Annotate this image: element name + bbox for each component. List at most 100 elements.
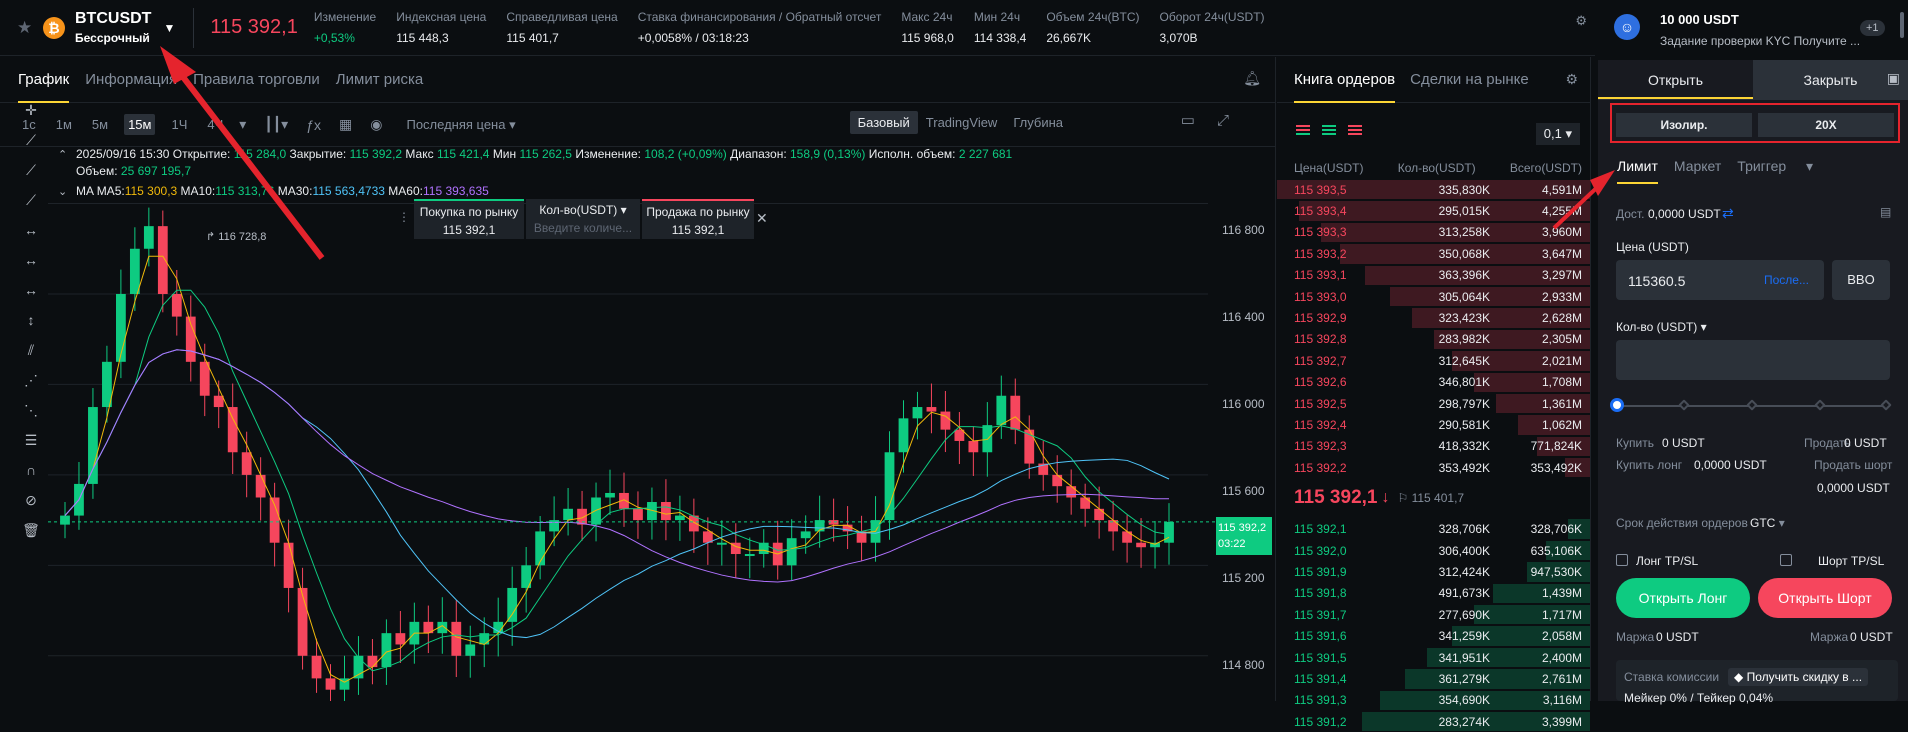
price-line-icon[interactable]: ↔ [24,275,38,305]
ask-row[interactable]: 115 392,2 353,492K 353,492K [1277,457,1590,478]
interval-1m[interactable]: 1м [52,114,76,135]
favorite-star-icon[interactable]: ★ [17,17,39,39]
qty-input[interactable] [1616,340,1890,380]
quick-qty-label[interactable]: Кол-во(USDT) ▾ [532,203,634,217]
tab-risk-limit[interactable]: Лимит риска [336,57,423,103]
bid-row[interactable]: 115 391,9 312,424K 947,530K [1277,561,1590,582]
ask-row[interactable]: 115 393,1 363,396K 3,297M [1277,265,1590,286]
bbo-button[interactable]: BBO [1832,260,1890,300]
short-tpsl-checkbox[interactable] [1780,554,1792,566]
view-both-icon[interactable] [1296,125,1310,137]
view-basic[interactable]: Базовый [849,111,918,134]
bid-row[interactable]: 115 391,7 277,690K 1,717M [1277,604,1590,625]
long-tpsl-checkbox[interactable] [1616,554,1628,566]
slider-knob[interactable] [1610,398,1624,412]
ask-row[interactable]: 115 393,0 305,064K 2,933M [1277,286,1590,307]
qty-label[interactable]: Кол-во (USDT) ▾ [1616,320,1707,334]
ask-row[interactable]: 115 393,2 350,068K 3,647M [1277,243,1590,264]
leverage-button[interactable]: 20X [1758,113,1894,137]
view-bids-icon[interactable] [1322,125,1336,137]
symbol-name[interactable]: BTCUSDT [75,10,151,28]
kyc-task-link[interactable]: Задание проверки KYC Получите ... [1660,34,1860,48]
interval-15m[interactable]: 15м [124,114,156,135]
camera-icon[interactable]: ◉ [370,116,382,133]
quick-qty-input[interactable]: Кол-во(USDT) ▾ Введите количе... [526,199,640,239]
bid-row[interactable]: 115 392,0 306,400K 635,106K [1277,540,1590,561]
slider-tick[interactable] [1880,399,1892,411]
interval-1h[interactable]: 1Ч [167,114,191,135]
ask-row[interactable]: 115 392,7 312,645K 2,021M [1277,350,1590,371]
fib-icon[interactable]: ⋱ [24,395,38,425]
slider-tick[interactable] [1746,399,1758,411]
view-tradingview[interactable]: TradingView [918,111,1006,134]
ask-row[interactable]: 115 393,4 295,015K 4,255M [1277,200,1590,221]
bell-icon[interactable]: 🔔︎ [1243,70,1261,87]
settings-sliders-icon[interactable]: ⚙ [1575,14,1587,28]
trash-icon[interactable]: 🗑︎ [22,515,40,545]
bid-row[interactable]: 115 391,8 491,673K 1,439M [1277,583,1590,604]
extended-line-icon[interactable]: ⟋ [26,185,36,215]
layout-grid-icon[interactable]: ▦ [339,116,352,133]
market-buy-button[interactable]: Покупка по рынку 115 392,1 [414,199,524,239]
window-icon[interactable]: ▭ [1181,112,1217,129]
ray-icon[interactable]: ⟋ [26,155,36,185]
hide-eye-icon[interactable]: ⊘ [25,485,37,515]
price-type-select[interactable]: Последняя цена ▾ [406,117,515,133]
bid-row[interactable]: 115 391,2 283,274K 3,399M [1277,711,1590,732]
indicators-fx-icon[interactable]: ƒx [306,117,321,133]
interval-4h[interactable]: 4Ч [203,114,227,135]
candle-type-icon[interactable]: ┃┃▾ [264,116,288,133]
interval-more-icon[interactable]: ▾ [239,116,246,133]
account-bar[interactable]: ☺ 10 000 USDT Задание проверки KYC Получ… [1598,0,1908,60]
notification-badge[interactable]: +1 [1860,20,1885,36]
bid-row[interactable]: 115 391,6 341,259K 2,058M [1277,625,1590,646]
tab-market-trades[interactable]: Сделки на рынке [1410,57,1529,103]
bid-row[interactable]: 115 391,3 354,690K 3,116M [1277,690,1590,711]
collapse-chevron-icon[interactable]: ⌃ [58,148,67,161]
tab-limit[interactable]: Лимит [1617,158,1658,184]
ask-row[interactable]: 115 393,5 335,830K 4,591M [1277,179,1590,200]
bid-row[interactable]: 115 391,5 341,951K 2,400M [1277,647,1590,668]
ask-row[interactable]: 115 392,5 298,797K 1,361M [1277,393,1590,414]
bid-row[interactable]: 115 392,1 328,706K 328,706K [1277,518,1590,539]
tab-trading-rules[interactable]: Правила торговли [193,57,320,103]
fullscreen-icon[interactable]: ⤢ [1217,112,1251,129]
pitchfork-icon[interactable]: ⋰ [24,365,38,395]
calculator-icon[interactable]: ▣ [1887,70,1900,87]
stat-funding[interactable]: Ставка финансирования / Обратный отсчет +… [638,10,882,45]
open-short-button[interactable]: Открыть Шорт [1758,578,1892,618]
parallel-channel-icon[interactable]: ⫽ [28,335,34,365]
qty-slider[interactable] [1610,398,1892,412]
short-tpsl-label[interactable]: Шорт TP/SL [1818,554,1884,568]
tab-info[interactable]: Информация [85,57,177,103]
market-sell-button[interactable]: Продажа по рынку 115 392,1 [642,199,754,239]
transfer-icon[interactable]: ⇄ [1722,205,1734,222]
scrollbar[interactable] [1900,12,1904,38]
tab-close[interactable]: Закрыть [1753,60,1908,99]
horizontal-line-icon[interactable]: ↔ [24,215,38,245]
trendline-icon[interactable]: ⟋ [26,125,36,155]
horizontal-ray-icon[interactable]: ↔ [24,245,38,275]
tab-orderbook[interactable]: Книга ордеров [1294,57,1396,103]
close-icon[interactable]: ✕ [756,210,768,227]
view-asks-icon[interactable] [1348,125,1362,137]
tab-market[interactable]: Маркет [1674,158,1721,184]
ask-row[interactable]: 115 392,8 283,982K 2,305M [1277,329,1590,350]
open-long-button[interactable]: Открыть Лонг [1616,578,1750,618]
avatar[interactable]: ☺ [1614,14,1640,40]
ask-row[interactable]: 115 392,6 346,801K 1,708M [1277,372,1590,393]
bid-row[interactable]: 115 391,4 361,279K 2,761M [1277,668,1590,689]
ask-row[interactable]: 115 392,3 418,332K 771,824K [1277,436,1590,457]
discount-promo-button[interactable]: ◆ Получить скидку в ... [1728,668,1869,686]
view-depth[interactable]: Глубина [1005,111,1071,134]
orderbook-settings-icon[interactable]: ⚙ [1565,71,1578,88]
tif-select[interactable]: GTC ▾ [1750,516,1785,530]
slider-tick[interactable] [1814,399,1826,411]
tab-trigger[interactable]: Триггер ▾ [1737,158,1813,184]
tick-size-select[interactable]: 0,1 ▾ [1535,123,1580,145]
calculator-small-icon[interactable]: ▤ [1880,205,1891,219]
ask-row[interactable]: 115 392,4 290,581K 1,062M [1277,414,1590,435]
magnet-icon[interactable]: ∩ [26,455,36,485]
ask-row[interactable]: 115 393,3 313,258K 3,960M [1277,222,1590,243]
vertical-line-icon[interactable]: ↕ [28,305,35,335]
